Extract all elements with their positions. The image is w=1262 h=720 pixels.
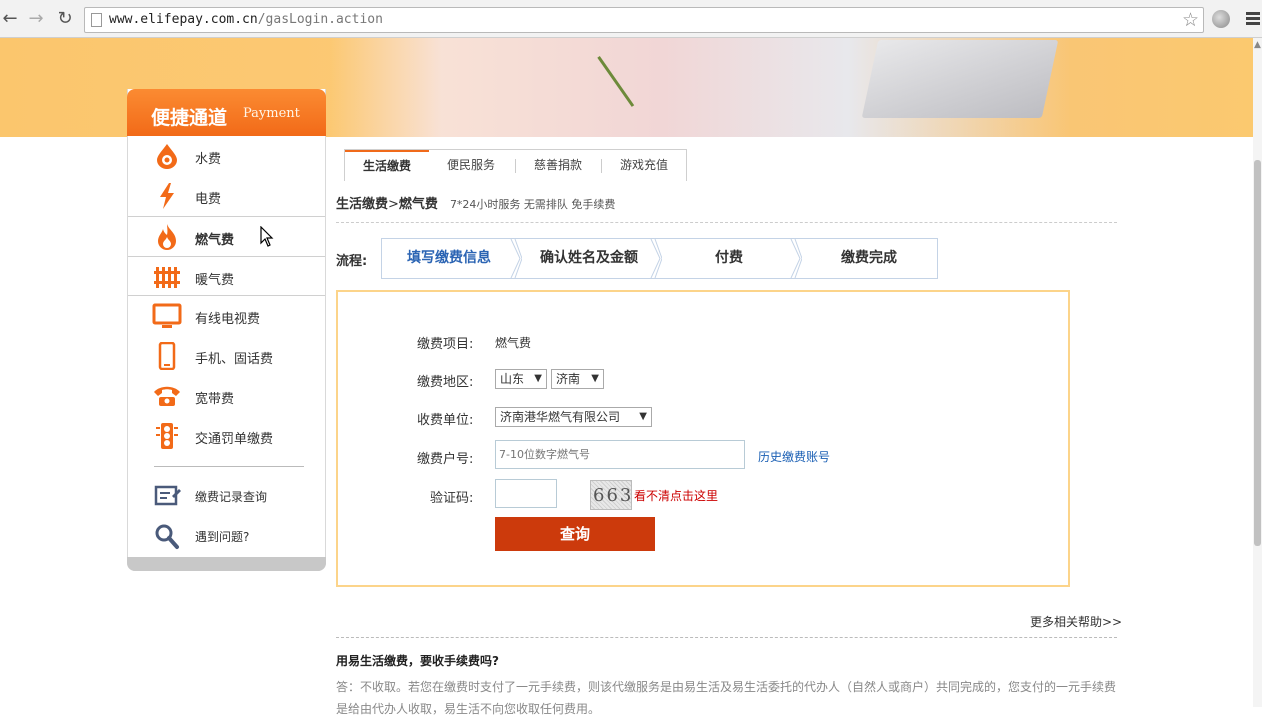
breadcrumb: 生活缴费>燃气费 7*24小时服务 无需排队 免手续费 [336, 193, 615, 212]
magnifier-icon [155, 524, 179, 549]
sidebar-item-electricity[interactable]: 电费 [128, 176, 325, 216]
section-divider [336, 222, 1117, 223]
province-select[interactable]: 山东 ▼ [495, 369, 547, 389]
sidebar-item-label: 有线电视费 [195, 312, 261, 327]
phone-icon [158, 342, 176, 370]
query-button[interactable]: 查询 [495, 517, 655, 551]
sidebar-item-label: 遇到问题? [195, 530, 250, 544]
sidebar-item-label: 燃气费 [195, 233, 235, 248]
captcha-label: 验证码: [430, 491, 474, 506]
tab-life-payment[interactable]: 生活缴费 [345, 150, 429, 181]
city-select[interactable]: 济南 ▼ [551, 369, 604, 389]
tab-game-topup[interactable]: 游戏充值 [602, 150, 686, 181]
service-tagline: 7*24小时服务 无需排队 免手续费 [449, 198, 616, 211]
item-value: 燃气费 [495, 336, 532, 350]
sidebar-item-traffic-fine[interactable]: 交通罚单缴费 [128, 416, 325, 456]
address-bar[interactable]: www.elifepay.com.cn/gasLogin.action ☆ [84, 7, 1204, 33]
sidebar-title: 便捷通道 [151, 107, 228, 129]
unit-label: 收费单位: [417, 413, 474, 428]
url-text[interactable]: www.elifepay.com.cn/gasLogin.action [109, 12, 383, 27]
step-pay: 付费 [715, 250, 743, 266]
process-steps: 填写缴费信息 确认姓名及金额 付费 缴费完成 [381, 238, 938, 279]
scrollbar[interactable]: ▲ [1253, 38, 1262, 707]
payment-form: 缴费项目: 燃气费 缴费地区: 山东 ▼ 济南 ▼ 收费单位: 济南港华燃气有限公司… [336, 290, 1070, 587]
sidebar-item-broadband[interactable]: 宽带费 [128, 376, 325, 416]
step-fill-info: 填写缴费信息 [407, 250, 491, 266]
dropdown-arrow-icon: ▼ [639, 411, 647, 422]
category-tabs: 生活缴费 便民服务 慈善捐款 游戏充值 [344, 149, 687, 181]
breadcrumb-current: 燃气费 [398, 197, 438, 212]
captcha-image[interactable]: 6631 [590, 480, 632, 510]
radiator-icon [154, 267, 180, 288]
sidebar-item-help[interactable]: 遇到问题? [128, 516, 325, 556]
menu-icon[interactable] [1246, 12, 1260, 27]
item-label: 缴费项目: [417, 337, 474, 352]
payment-sidebar: 便捷通道 Payment 水费 电费 燃气费 暖气费 有线电视费 手机、固话费 … [127, 89, 326, 571]
page-icon [91, 13, 102, 27]
scroll-thumb[interactable] [1254, 160, 1261, 546]
step-chevron-icon [790, 239, 802, 278]
sidebar-item-mobile[interactable]: 手机、固话费 [128, 336, 325, 376]
sidebar-item-label: 宽带费 [195, 392, 235, 407]
sidebar-title-en: Payment [243, 106, 300, 121]
faq-divider [336, 637, 1117, 638]
record-icon [154, 485, 181, 506]
sidebar-item-label: 手机、固话费 [195, 352, 274, 367]
scroll-up-arrow-icon[interactable]: ▲ [1254, 40, 1261, 50]
history-accounts-link[interactable]: 历史缴费账号 [758, 448, 830, 465]
faq-answer: 答：不收取。若您在缴费时支付了一元手续费，则该代缴服务是由易生活及易生活委托的代… [336, 680, 1117, 716]
captcha-input[interactable] [495, 479, 557, 508]
sidebar-item-label: 暖气费 [195, 273, 235, 288]
sidebar-item-cable-tv[interactable]: 有线电视费 [128, 296, 325, 336]
region-label: 缴费地区: [417, 375, 474, 390]
sidebar-footer [127, 557, 326, 571]
sidebar-item-payment-records[interactable]: 缴费记录查询 [128, 476, 325, 516]
sidebar-item-heating[interactable]: 暖气费 [128, 257, 325, 297]
banner-laptop [861, 40, 1059, 118]
sidebar-item-water[interactable]: 水费 [128, 136, 325, 176]
telephone-icon [154, 386, 180, 406]
dropdown-arrow-icon: ▼ [591, 373, 599, 384]
more-help-link[interactable]: 更多相关帮助>> [1030, 613, 1122, 630]
sidebar-item-label: 水费 [195, 152, 222, 167]
mouse-cursor-icon [260, 226, 274, 247]
breadcrumb-separator: > [388, 197, 399, 212]
flame-icon [158, 224, 176, 250]
step-confirm: 确认姓名及金额 [540, 250, 638, 266]
process-label: 流程: [336, 254, 368, 269]
step-chevron-icon [510, 239, 522, 278]
sidebar-item-gas[interactable]: 燃气费 [128, 217, 325, 257]
traffic-light-icon [156, 423, 178, 449]
lightning-icon [160, 183, 174, 209]
sidebar-item-label: 交通罚单缴费 [195, 432, 274, 447]
unit-select[interactable]: 济南港华燃气有限公司 ▼ [495, 407, 652, 427]
step-complete: 缴费完成 [841, 250, 897, 266]
sidebar-item-label: 电费 [195, 192, 222, 207]
account-label: 缴费户号: [417, 452, 474, 467]
bookmark-star-icon[interactable]: ☆ [1182, 9, 1199, 31]
account-input[interactable] [495, 440, 745, 469]
forward-icon[interactable]: → [26, 9, 46, 29]
sidebar-item-label: 缴费记录查询 [195, 490, 268, 504]
step-chevron-icon [650, 239, 662, 278]
back-icon[interactable]: ← [0, 9, 20, 29]
dropdown-arrow-icon: ▼ [534, 373, 542, 384]
tab-convenience[interactable]: 便民服务 [429, 150, 513, 181]
tab-charity[interactable]: 慈善捐款 [516, 150, 600, 181]
globe-icon[interactable] [1212, 10, 1230, 28]
browser-toolbar: ← → ↻ www.elifepay.com.cn/gasLogin.actio… [0, 0, 1262, 38]
sidebar-header: 便捷通道 Payment [127, 89, 326, 136]
reload-icon[interactable]: ↻ [55, 9, 75, 29]
sidebar-divider [154, 466, 304, 467]
faq-question: 用易生活缴费，要收手续费吗? [336, 654, 499, 668]
refresh-captcha-link[interactable]: 看不清点击这里 [634, 487, 718, 504]
tv-icon [152, 303, 182, 328]
breadcrumb-section[interactable]: 生活缴费 [336, 197, 388, 212]
water-drop-icon [157, 144, 177, 169]
